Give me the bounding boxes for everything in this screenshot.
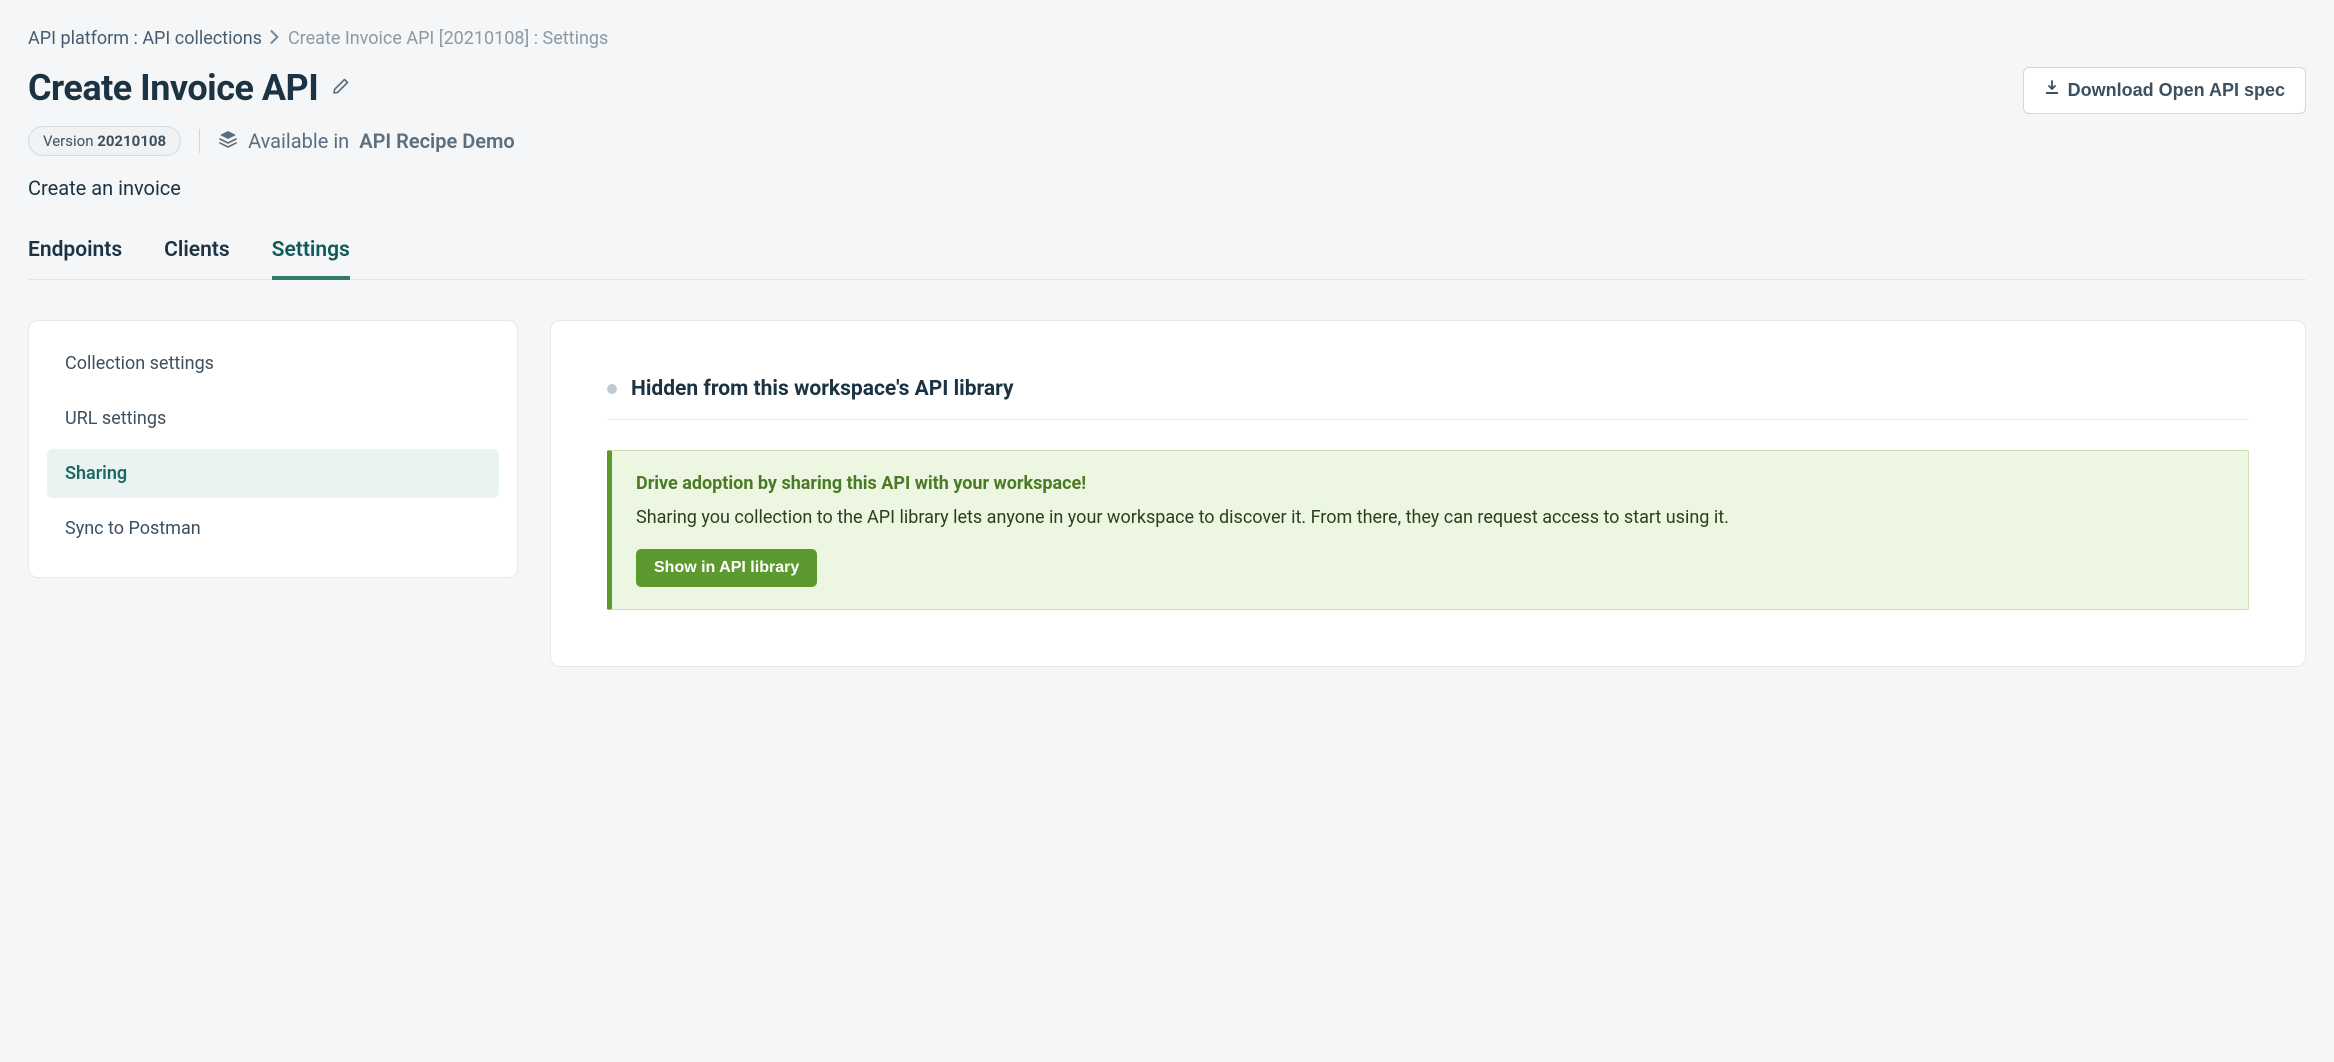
download-icon [2044, 80, 2060, 101]
tabs: Endpoints Clients Settings [28, 238, 2306, 280]
status-dot-hidden [607, 384, 617, 394]
show-in-api-library-button[interactable]: Show in API library [636, 549, 817, 587]
download-button-label: Download Open API spec [2068, 80, 2285, 101]
breadcrumb-current: Create Invoice API [20210108] : Settings [288, 28, 608, 49]
settings-sidebar: Collection settings URL settings Sharing… [28, 320, 518, 578]
sidebar-item-collection-settings[interactable]: Collection settings [47, 339, 499, 388]
callout-text: Sharing you collection to the API librar… [636, 504, 2224, 531]
title-wrap: Create Invoice API [28, 67, 350, 109]
section-title: Hidden from this workspace's API library [631, 377, 1014, 401]
api-description: Create an invoice [28, 176, 2306, 200]
section-header: Hidden from this workspace's API library [607, 377, 2249, 420]
version-prefix: Version [43, 132, 97, 150]
download-open-api-spec-button[interactable]: Download Open API spec [2023, 67, 2306, 114]
sidebar-item-url-settings[interactable]: URL settings [47, 394, 499, 443]
meta-row: Version 20210108 Available in API Recipe… [28, 126, 2306, 156]
sidebar-item-sync-to-postman[interactable]: Sync to Postman [47, 504, 499, 553]
version-badge[interactable]: Version 20210108 [28, 126, 181, 156]
breadcrumb-root-link[interactable]: API platform : API collections [28, 28, 262, 49]
meta-divider [199, 129, 200, 153]
tab-endpoints[interactable]: Endpoints [28, 238, 122, 280]
sharing-callout: Drive adoption by sharing this API with … [607, 450, 2249, 610]
chevron-right-icon [270, 29, 280, 48]
layers-icon [218, 129, 238, 154]
callout-title: Drive adoption by sharing this API with … [636, 473, 2224, 494]
pencil-icon[interactable] [332, 77, 350, 99]
tab-settings[interactable]: Settings [272, 238, 350, 280]
workspace-info: Available in API Recipe Demo [218, 129, 515, 154]
workspace-name[interactable]: API Recipe Demo [359, 129, 514, 153]
sidebar-item-sharing[interactable]: Sharing [47, 449, 499, 498]
tab-clients[interactable]: Clients [164, 238, 230, 280]
page-title: Create Invoice API [28, 67, 318, 109]
content-row: Collection settings URL settings Sharing… [28, 320, 2306, 667]
main-panel: Hidden from this workspace's API library… [550, 320, 2306, 667]
version-value: 20210108 [97, 132, 166, 150]
breadcrumb: API platform : API collections Create In… [28, 28, 2306, 49]
header-row: Create Invoice API Download Open API spe… [28, 67, 2306, 114]
available-in-label: Available in [248, 129, 349, 153]
